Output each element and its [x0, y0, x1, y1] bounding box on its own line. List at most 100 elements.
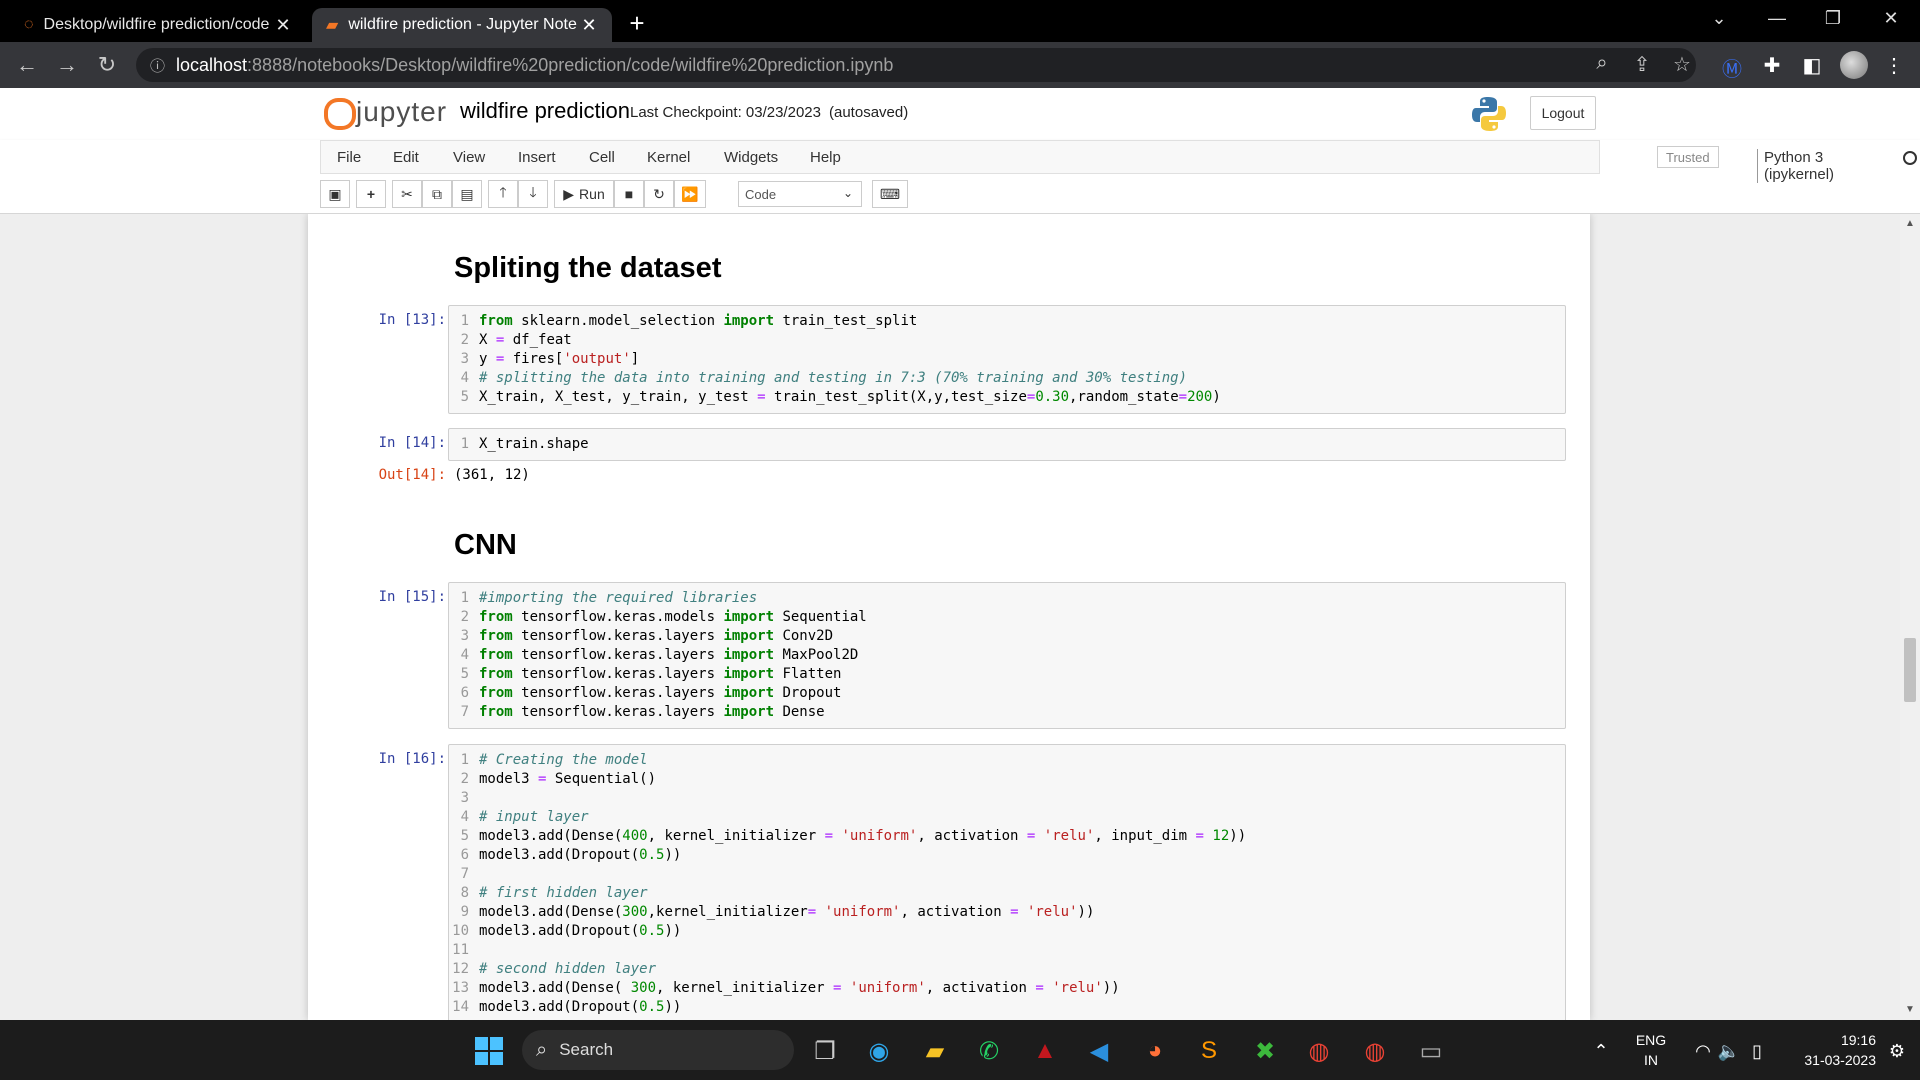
site-info-icon[interactable]: ⓘ — [150, 55, 176, 76]
code-text[interactable]: model3.add(Dropout(0.5)) — [475, 922, 681, 941]
code-text[interactable]: from tensorflow.keras.layers import Flat… — [475, 665, 841, 684]
code-cell-13[interactable]: 1 from sklearn.model_selection import tra… — [448, 305, 1566, 414]
code-cell-14[interactable]: 1 X_train.shape — [448, 428, 1566, 461]
code-line[interactable]: 9 model3.add(Dense(300,kernel_initializer… — [449, 903, 1565, 922]
vscode-icon[interactable]: ◀ — [1082, 1034, 1116, 1068]
input-region[interactable]: IN — [1634, 1052, 1668, 1068]
profile-avatar[interactable] — [1840, 51, 1868, 79]
side-panel-icon[interactable]: ◧ — [1798, 53, 1826, 78]
jupyter-logo[interactable]: jupyter — [322, 96, 447, 130]
new-tab-button[interactable]: + — [622, 8, 652, 39]
code-text[interactable]: X = df_feat — [475, 331, 572, 350]
markdown-heading[interactable]: Spliting the dataset — [454, 252, 721, 285]
code-line[interactable]: 7 — [449, 865, 1565, 884]
code-cell-16[interactable]: 1 # Creating the model 2 model3 = Sequentia… — [448, 744, 1566, 1020]
file-explorer-icon[interactable]: ▰ — [918, 1034, 952, 1068]
logout-button[interactable]: Logout — [1530, 96, 1596, 130]
menu-insert[interactable]: Insert — [518, 149, 556, 166]
chrome-icon[interactable]: ◍ — [1302, 1034, 1336, 1068]
menu-edit[interactable]: Edit — [393, 149, 419, 166]
edge-icon[interactable]: ◉ — [862, 1034, 896, 1068]
code-text[interactable]: #importing the required libraries — [475, 589, 757, 608]
scroll-up-icon[interactable]: ▲ — [1904, 218, 1916, 229]
code-line[interactable]: 6 from tensorflow.keras.layers import Dro… — [449, 684, 1565, 703]
forward-icon[interactable]: → — [52, 52, 82, 78]
code-line[interactable]: 2 from tensorflow.keras.models import Seq… — [449, 608, 1565, 627]
code-text[interactable]: X_train.shape — [475, 435, 589, 454]
code-line[interactable]: 13 model3.add(Dense( 300, kernel_initiali… — [449, 979, 1565, 998]
code-line[interactable]: 11 — [449, 941, 1565, 960]
code-text[interactable]: X_train, X_test, y_train, y_test = train… — [475, 388, 1221, 407]
scroll-down-icon[interactable]: ▼ — [1904, 1004, 1916, 1015]
code-text[interactable]: # input layer — [475, 808, 589, 827]
paste-button[interactable]: ▤ — [452, 180, 482, 208]
code-text[interactable] — [475, 789, 479, 808]
insert-cell-button[interactable]: + — [356, 180, 386, 208]
code-text[interactable] — [475, 865, 479, 884]
code-line[interactable]: 2 X = df_feat — [449, 331, 1565, 350]
close-icon[interactable]: ✕ — [580, 15, 598, 36]
code-line[interactable]: 12 # second hidden layer — [449, 960, 1565, 979]
code-text[interactable]: from tensorflow.keras.layers import Drop… — [475, 684, 841, 703]
save-button[interactable]: ▣ — [320, 180, 350, 208]
code-line[interactable]: 5 X_train, X_test, y_train, y_test = trai… — [449, 388, 1565, 407]
code-text[interactable]: # second hidden layer — [475, 960, 656, 979]
code-text[interactable]: model3.add(Dense( 300, kernel_initialize… — [475, 979, 1120, 998]
code-line[interactable]: 3 — [449, 789, 1565, 808]
code-text[interactable]: model3.add(Dropout(0.5)) — [475, 846, 681, 865]
markdown-heading[interactable]: CNN — [454, 529, 517, 562]
zoom-icon[interactable]: ⌕ — [1588, 52, 1616, 75]
move-up-button[interactable]: 🡑 — [488, 180, 518, 208]
menu-cell[interactable]: Cell — [589, 149, 615, 166]
code-line[interactable]: 4 from tensorflow.keras.layers import Max… — [449, 646, 1565, 665]
menu-widgets[interactable]: Widgets — [724, 149, 778, 166]
code-text[interactable]: from tensorflow.keras.layers import Dens… — [475, 703, 825, 722]
taskbar-search[interactable]: ⌕ Search — [522, 1030, 794, 1070]
terminal-icon[interactable]: ▭ — [1414, 1034, 1448, 1068]
code-line[interactable]: 14 model3.add(Dropout(0.5)) — [449, 998, 1565, 1017]
bookmark-star-icon[interactable]: ☆ — [1668, 52, 1696, 77]
share-icon[interactable]: ⇪ — [1628, 52, 1656, 77]
code-line[interactable]: 1 from sklearn.model_selection import tra… — [449, 312, 1565, 331]
code-text[interactable]: from tensorflow.keras.layers import Conv… — [475, 627, 833, 646]
tray-overflow-icon[interactable]: ⌃ — [1584, 1034, 1618, 1068]
battery-icon[interactable]: ▯ — [1740, 1034, 1774, 1068]
code-text[interactable]: # Creating the model — [475, 751, 648, 770]
code-text[interactable]: model3.add(Dense(400, kernel_initializer… — [475, 827, 1246, 846]
clock-date[interactable]: 31-03-2023 — [1780, 1052, 1876, 1068]
cell-type-select[interactable]: Code ⌄ — [738, 181, 862, 207]
code-line[interactable]: 4 # input layer — [449, 808, 1565, 827]
scrollbar-thumb[interactable] — [1904, 638, 1916, 702]
code-line[interactable]: 1 #importing the required libraries — [449, 589, 1565, 608]
code-text[interactable]: model3 = Sequential() — [475, 770, 656, 789]
code-cell-15[interactable]: 1 #importing the required libraries 2 from … — [448, 582, 1566, 729]
menu-view[interactable]: View — [453, 149, 485, 166]
task-view-icon[interactable]: ❐ — [808, 1034, 842, 1068]
restore-icon[interactable]: ❐ — [1818, 8, 1848, 29]
interrupt-button[interactable]: ■ — [614, 180, 644, 208]
command-palette-button[interactable]: ⌨ — [872, 180, 908, 208]
code-line[interactable]: 6 model3.add(Dropout(0.5)) — [449, 846, 1565, 865]
close-icon[interactable]: ✕ — [274, 15, 292, 36]
firefox-icon[interactable]: ◕ — [1138, 1034, 1172, 1068]
window-close-icon[interactable]: ✕ — [1876, 8, 1906, 29]
code-line[interactable]: 10 model3.add(Dropout(0.5)) — [449, 922, 1565, 941]
minimize-icon[interactable]: — — [1762, 8, 1792, 29]
code-line[interactable]: 2 model3 = Sequential() — [449, 770, 1565, 789]
input-language[interactable]: ENG — [1634, 1032, 1668, 1048]
page-scrollbar[interactable]: ▲ ▼ — [1900, 214, 1920, 1020]
run-button[interactable]: ▶ Run — [554, 180, 614, 208]
tab-file-browser[interactable]: ◌ Desktop/wildfire prediction/code ✕ — [10, 8, 306, 42]
xbox-icon[interactable]: ✖ — [1248, 1034, 1282, 1068]
reload-icon[interactable]: ↻ — [92, 52, 122, 78]
code-line[interactable]: 7 from tensorflow.keras.layers import Den… — [449, 703, 1565, 722]
chrome-active-icon[interactable]: ◍ — [1358, 1034, 1392, 1068]
restart-run-all-button[interactable]: ⏩ — [674, 180, 706, 208]
trusted-indicator[interactable]: Trusted — [1657, 146, 1719, 168]
extension-m-icon[interactable]: Ⓜ — [1718, 53, 1746, 82]
code-line[interactable]: 8 # first hidden layer — [449, 884, 1565, 903]
restart-button[interactable]: ↻ — [644, 180, 674, 208]
back-icon[interactable]: ← — [12, 52, 42, 78]
code-text[interactable]: from tensorflow.keras.models import Sequ… — [475, 608, 867, 627]
code-text[interactable]: model3.add(Dropout(0.5)) — [475, 998, 681, 1017]
